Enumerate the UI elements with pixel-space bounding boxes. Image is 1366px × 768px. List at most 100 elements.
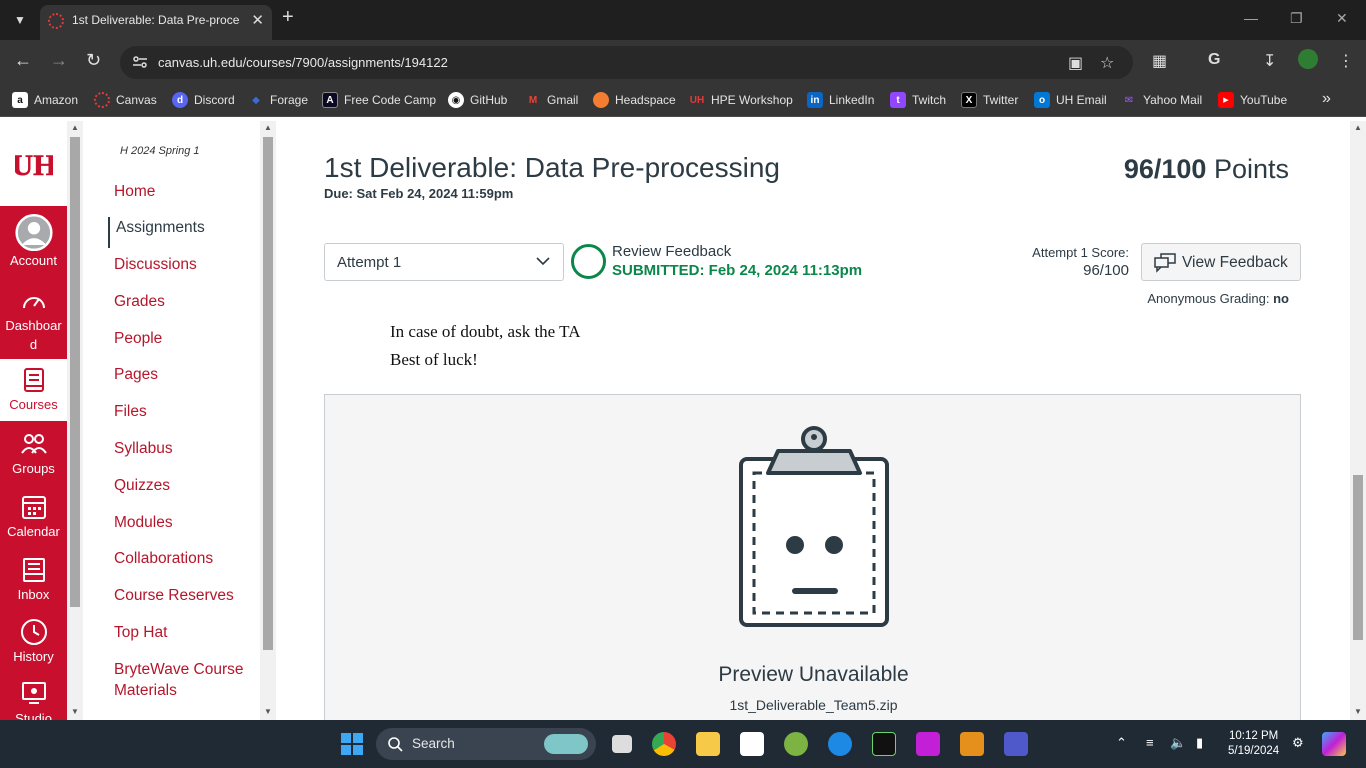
scroll-up-arrow-icon[interactable]: ▲	[1354, 123, 1362, 132]
search-highlight-icon	[544, 734, 588, 754]
network-icon[interactable]: ≡	[1146, 735, 1154, 750]
new-tab-plus-icon[interactable]: +	[282, 6, 294, 29]
scroll-down-arrow-icon[interactable]: ▼	[264, 707, 272, 716]
global-nav-account[interactable]: Account	[0, 209, 67, 271]
windows-start-icon[interactable]	[340, 732, 364, 756]
bookmark-amazon[interactable]: a Amazon	[12, 92, 78, 108]
global-nav-studio[interactable]: Studio	[0, 679, 67, 720]
scrollbar-thumb[interactable]	[1353, 475, 1363, 640]
global-nav-courses[interactable]: Courses	[0, 359, 67, 421]
bookmark-hpe-workshop[interactable]: UH HPE Workshop	[689, 92, 793, 108]
address-bar[interactable]: canvas.uh.edu/courses/7900/assignments/1…	[120, 46, 1133, 79]
install-app-icon[interactable]: ▣	[1068, 53, 1083, 73]
assignment-description: In case of doubt, ask the TA Best of luc…	[390, 322, 581, 369]
course-nav-pages[interactable]: Pages	[114, 364, 158, 385]
attempt-select[interactable]: Attempt 1	[324, 243, 564, 281]
scrollbar-thumb[interactable]	[70, 137, 80, 607]
bookmark-gmail[interactable]: M Gmail	[525, 92, 579, 108]
course-nav-assignments[interactable]: Assignments	[108, 217, 205, 248]
bookmark-twitch[interactable]: t Twitch	[890, 92, 946, 108]
minimize-icon[interactable]: —	[1244, 10, 1258, 26]
pycharm-icon[interactable]	[872, 732, 896, 756]
back-arrow-icon[interactable]: ←	[14, 50, 32, 71]
profile-avatar-icon[interactable]	[1298, 49, 1318, 69]
course-nav-people[interactable]: People	[114, 328, 162, 349]
preview-file-name[interactable]: 1st_Deliverable_Team5.zip	[325, 697, 1302, 713]
reload-icon[interactable]: ↻	[86, 50, 101, 71]
bookmark-youtube[interactable]: ▶ YouTube	[1218, 92, 1287, 108]
bookmark-forage[interactable]: ◆ Forage	[248, 92, 308, 108]
page-scrollbar[interactable]: ▲ ▼	[1350, 121, 1366, 720]
bookmark-linkedin[interactable]: in LinkedIn	[807, 92, 874, 108]
bookmark-headspace[interactable]: Headspace	[593, 92, 676, 108]
global-nav-calendar[interactable]: Calendar	[0, 492, 67, 542]
scroll-down-arrow-icon[interactable]: ▼	[1354, 707, 1362, 716]
course-nav-brytewave[interactable]: BryteWave Course Materials	[114, 659, 254, 701]
course-nav-top-hat[interactable]: Top Hat	[114, 622, 167, 643]
menu-kebab-icon[interactable]: ⋮	[1338, 51, 1354, 71]
course-nav-syllabus[interactable]: Syllabus	[114, 438, 173, 459]
battery-icon[interactable]: ▮	[1196, 735, 1203, 751]
volume-muted-icon[interactable]: 🔈	[1170, 735, 1186, 751]
global-nav-scrollbar[interactable]: ▲ ▼	[67, 121, 83, 720]
microsoft-store-icon[interactable]	[740, 732, 764, 756]
word-game-icon[interactable]	[784, 732, 808, 756]
bookmark-yahoo-mail[interactable]: ✉ Yahoo Mail	[1121, 92, 1202, 108]
course-nav-scrollbar[interactable]: ▲ ▼	[260, 121, 276, 720]
help-icon[interactable]	[828, 732, 852, 756]
file-explorer-icon[interactable]	[696, 732, 720, 756]
extensions-icon[interactable]: ▦	[1152, 51, 1167, 71]
site-settings-icon[interactable]	[132, 54, 148, 70]
view-feedback-button[interactable]: View Feedback	[1141, 243, 1301, 281]
copilot-icon[interactable]	[1322, 732, 1346, 756]
bookmark-freecodecamp[interactable]: A Free Code Camp	[322, 92, 436, 108]
scroll-up-arrow-icon[interactable]: ▲	[71, 123, 79, 132]
task-view-icon[interactable]	[612, 735, 632, 753]
taskbar-search[interactable]: Search	[376, 728, 596, 760]
account-icon	[14, 214, 53, 252]
submission-status-ring-icon	[571, 244, 606, 279]
attempt-score-label: Attempt 1 Score:	[1032, 245, 1129, 260]
more-bookmarks-chevron-icon[interactable]: »	[1322, 90, 1331, 108]
course-breadcrumb[interactable]: H 2024 Spring 1	[120, 145, 200, 157]
uh-logo[interactable]: UH	[0, 121, 67, 206]
global-nav-history[interactable]: History	[0, 617, 67, 667]
course-nav-collaborations[interactable]: Collaborations	[114, 548, 213, 569]
bookmark-github[interactable]: ◉ GitHub	[448, 92, 507, 108]
forward-arrow-icon[interactable]: →	[50, 50, 68, 71]
course-nav-discussions[interactable]: Discussions	[114, 254, 197, 275]
bookmark-twitter[interactable]: X Twitter	[961, 92, 1018, 108]
window-close-icon[interactable]: ✕	[1336, 10, 1348, 27]
scroll-up-arrow-icon[interactable]: ▲	[264, 123, 272, 132]
notification-icon[interactable]: ⚙	[1292, 735, 1304, 751]
teams-icon[interactable]	[1004, 732, 1028, 756]
course-nav-modules[interactable]: Modules	[114, 512, 173, 533]
global-nav-inbox[interactable]: Inbox	[0, 555, 67, 605]
discord-icon: d	[172, 92, 188, 108]
download-icon[interactable]: ↧	[1263, 51, 1276, 71]
course-nav-files[interactable]: Files	[114, 401, 147, 422]
tab-close-icon[interactable]: ✕	[251, 11, 264, 29]
scroll-down-arrow-icon[interactable]: ▼	[71, 707, 79, 716]
restore-icon[interactable]: ❐	[1290, 10, 1303, 27]
course-nav-course-reserves[interactable]: Course Reserves	[114, 585, 234, 606]
course-nav-home[interactable]: Home	[114, 181, 155, 202]
course-nav-quizzes[interactable]: Quizzes	[114, 475, 170, 496]
tab-search-chevron-icon[interactable]: ▼	[8, 8, 32, 32]
tray-chevron-up-icon[interactable]: ⌃	[1116, 735, 1127, 751]
bookmark-star-icon[interactable]: ☆	[1100, 53, 1114, 73]
bookmark-discord[interactable]: d Discord	[172, 92, 235, 108]
power-automate-icon[interactable]	[916, 732, 940, 756]
app-icon[interactable]	[960, 732, 984, 756]
clock[interactable]: 10:12 PM 5/19/2024	[1228, 729, 1279, 759]
browser-tab[interactable]: 1st Deliverable: Data Pre-proces ✕	[40, 5, 272, 40]
scrollbar-thumb[interactable]	[263, 137, 273, 650]
bookmark-canvas[interactable]: Canvas	[94, 92, 157, 108]
global-nav-dashboard[interactable]: Dashboar d	[0, 286, 67, 355]
global-nav-groups[interactable]: Groups	[0, 429, 67, 479]
url-text: canvas.uh.edu/courses/7900/assignments/1…	[158, 55, 448, 70]
chrome-taskbar-icon[interactable]	[652, 732, 676, 756]
google-account-icon[interactable]: G	[1208, 51, 1220, 69]
course-nav-grades[interactable]: Grades	[114, 291, 165, 312]
bookmark-uh-email[interactable]: o UH Email	[1034, 92, 1107, 108]
